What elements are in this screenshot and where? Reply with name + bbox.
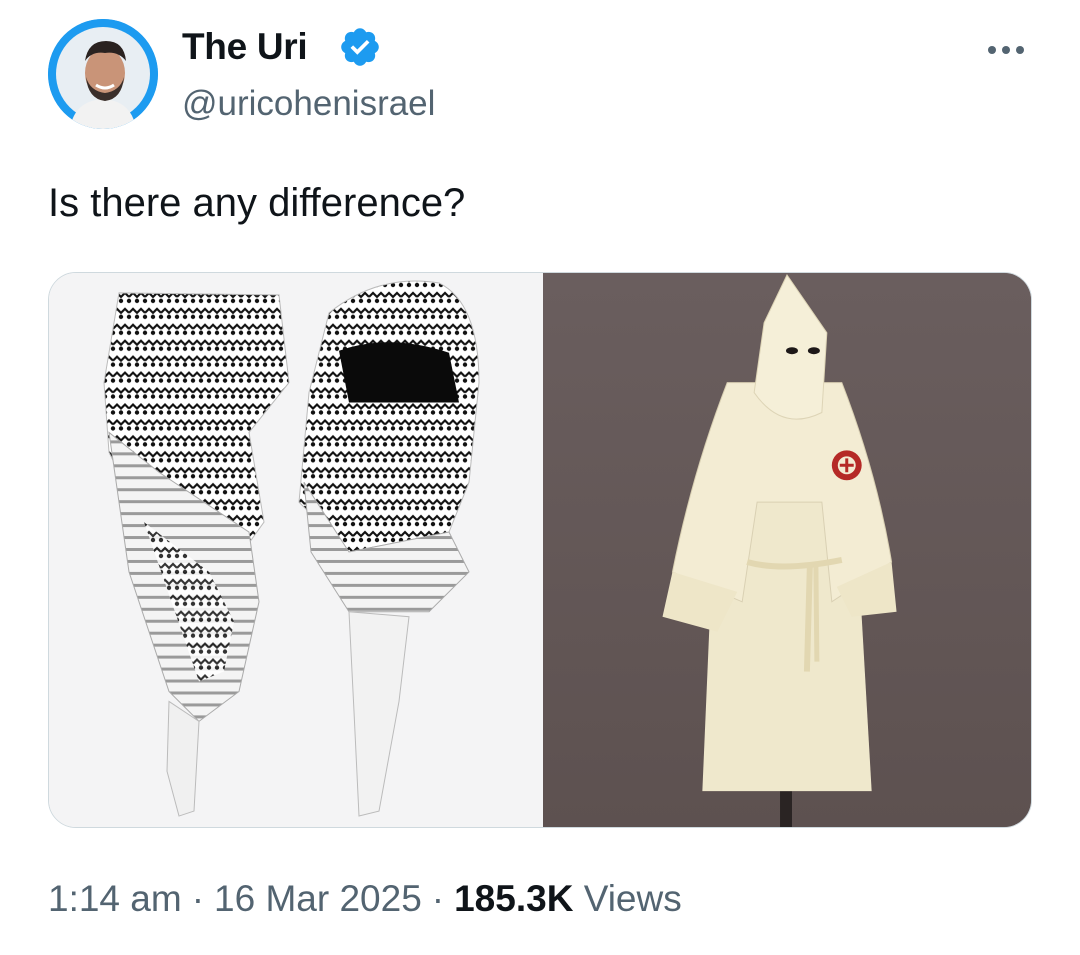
keffiyeh-image[interactable] [49,273,543,827]
more-dot-icon [988,46,996,54]
meta-separator: · [431,878,445,919]
tweet-media[interactable] [48,272,1032,828]
user-handle[interactable]: @uricohenisrael [182,84,435,124]
more-dot-icon [1002,46,1010,54]
tweet-metadata: 1:14 am · 16 Mar 2025 · 185.3K Views [48,878,682,920]
views-count[interactable]: 185.3K [454,878,573,919]
avatar[interactable] [48,19,158,129]
verified-badge-icon [341,28,379,66]
more-options-button[interactable] [976,32,1036,68]
hooded-robe-icon [543,273,1031,827]
tweet: The Uri @uricohenisrael Is there any dif… [0,0,1080,955]
tweet-time-link[interactable]: 1:14 am · 16 Mar 2025 [48,878,422,919]
tweet-time: 1:14 am [48,878,182,919]
keffiyeh-scarves-icon [103,280,480,817]
robe-image[interactable] [543,273,1031,827]
views-label: Views [583,878,682,919]
meta-separator: · [191,878,205,919]
tweet-date: 16 Mar 2025 [214,878,422,919]
tweet-text: Is there any difference? [48,181,466,225]
profile-photo-icon [48,19,158,129]
more-dot-icon [1016,46,1024,54]
display-name[interactable]: The Uri [182,26,308,68]
